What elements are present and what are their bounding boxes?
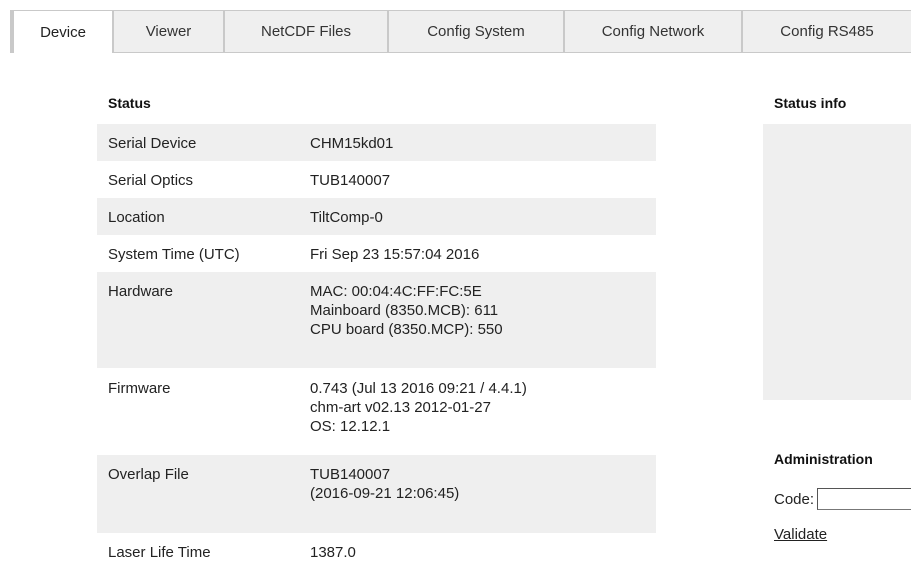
status-row: System Time (UTC) Fri Sep 23 15:57:04 201… [97,235,656,272]
tab-config-rs485[interactable]: Config RS485 [742,10,911,52]
status-value-line: chm-art v02.13 2012-01-27 [310,399,491,416]
status-row: Overlap File TUB140007 (2016-09-21 12:06:4… [97,455,656,533]
status-row-value: CHM15kd01 [310,134,656,161]
status-row-label: System Time (UTC) [108,246,240,263]
status-title: Status [108,95,151,111]
tab-device[interactable]: Device [10,10,113,53]
status-row: Location TiltComp-0 [97,198,656,235]
tab-bar: Device Viewer NetCDF Files Config System… [0,0,911,53]
status-value-line: OS: 12.12.1 [310,418,391,435]
code-label: Code: [774,490,815,508]
status-value-line: TUB140007 [310,466,391,483]
status-value-line: TUB140007 [310,172,391,189]
status-row: Hardware MAC: 00:04:4C:FF:FC:5E Mainboard … [97,272,656,368]
status-row-label: Laser Life Time [108,544,211,561]
status-row-value: MAC: 00:04:4C:FF:FC:5E Mainboard (8350.MC… [310,282,656,368]
tab-config-system[interactable]: Config System [388,10,564,52]
tab-netcdf-files[interactable]: NetCDF Files [224,10,388,52]
tab-config-network[interactable]: Config Network [564,10,742,52]
status-row-label: Firmware [108,380,171,397]
status-row: Firmware 0.743 (Jul 13 2016 09:21 / 4.4.1… [97,368,656,455]
status-row-value: TUB140007 [310,171,656,198]
status-row-value: Fri Sep 23 15:57:04 2016 [310,245,656,272]
code-row: Code: [774,488,911,510]
status-row: Laser Life Time 1387.0 [97,533,656,570]
status-row-value: 0.743 (Jul 13 2016 09:21 / 4.4.1) chm-art… [310,379,656,455]
status-row-label: Overlap File [108,466,189,483]
status-value-line: Fri Sep 23 15:57:04 2016 [310,246,480,263]
status-info-panel [763,124,911,400]
status-row: Serial Optics TUB140007 [97,161,656,198]
status-value-line: (2016-09-21 12:06:45) [310,485,460,502]
status-value-line: TiltComp-0 [310,209,383,226]
status-table: Serial Device CHM15kd01 Serial Optics TUB14… [97,124,656,570]
status-row-value: TiltComp-0 [310,208,656,235]
status-value-line: MAC: 00:04:4C:FF:FC:5E [310,283,482,300]
tab-bar-divider [10,52,911,53]
status-info-title: Status info [774,95,847,111]
status-row: Serial Device CHM15kd01 [97,124,656,161]
status-row-label: Location [108,209,165,226]
status-row-value: 1387.0 [310,543,656,570]
status-value-line: CHM15kd01 [310,135,394,152]
status-value-line: 1387.0 [310,544,356,561]
status-row-label: Serial Device [108,135,197,152]
status-value-line: 0.743 (Jul 13 2016 09:21 / 4.4.1) [310,380,527,397]
tab-viewer[interactable]: Viewer [113,10,224,52]
status-value-line: Mainboard (8350.MCB): 611 [310,302,499,319]
validate-link[interactable]: Validate [774,526,827,543]
administration-title: Administration [774,451,873,467]
status-value-line: CPU board (8350.MCP): 550 [310,321,503,338]
code-input[interactable] [817,488,911,510]
status-row-label: Serial Optics [108,172,194,189]
status-row-value: TUB140007 (2016-09-21 12:06:45) [310,465,656,533]
status-row-label: Hardware [108,283,174,300]
